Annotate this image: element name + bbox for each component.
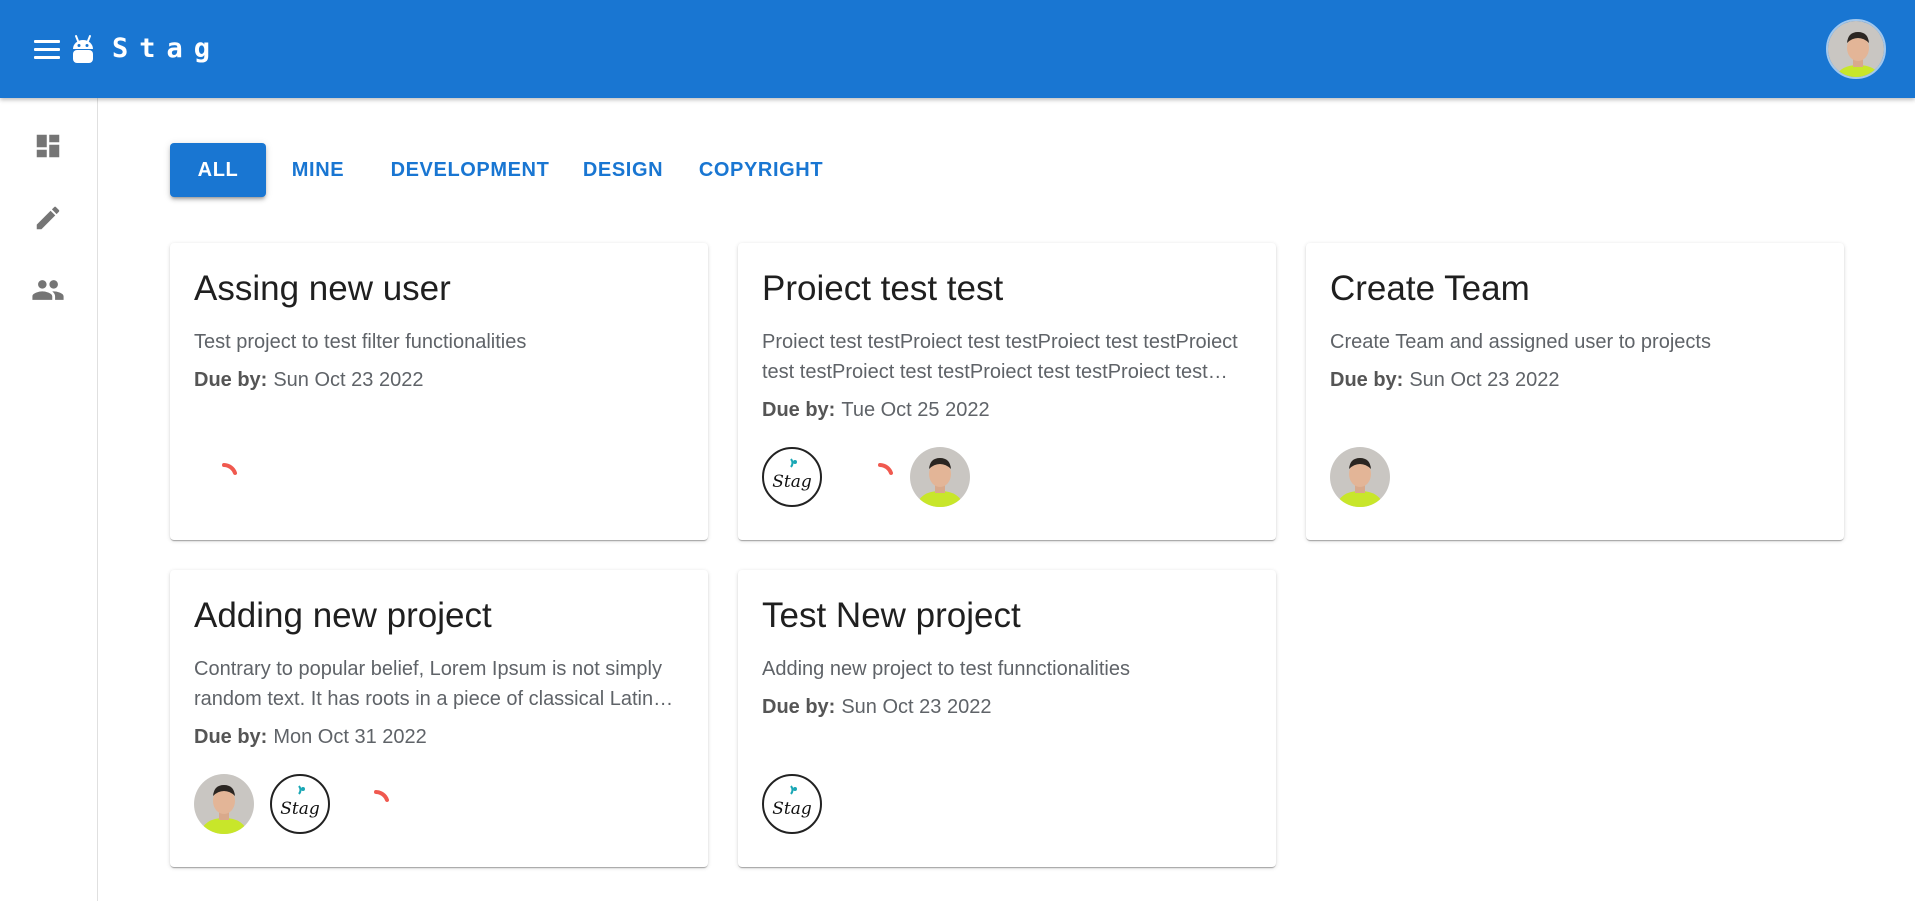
member-avatar[interactable] — [194, 774, 254, 834]
member-avatar-logo[interactable]: Stag — [270, 774, 330, 834]
due-label: Due by: — [194, 726, 268, 748]
stag-logo-text: Stag — [280, 799, 320, 819]
app-brand-name[interactable]: Stag — [112, 33, 221, 64]
project-description: Proiect test testProiect test testProiec… — [762, 331, 1238, 383]
due-value: Sun Oct 23 2022 — [841, 696, 992, 718]
tab-all[interactable]: ALL — [170, 143, 266, 197]
nav-people[interactable] — [26, 268, 70, 312]
tab-copyright[interactable]: COPYRIGHT — [696, 143, 826, 197]
app-bar: Stag — [0, 0, 1915, 98]
project-due-date: Due by: Sun Oct 23 2022 — [762, 696, 991, 719]
project-due-date: Due by: Sun Oct 23 2022 — [194, 369, 423, 392]
project-card[interactable]: Test New project Adding new project to te… — [738, 570, 1276, 867]
tab-mine[interactable]: MINE — [282, 143, 354, 197]
project-description: Adding new project to test funnctionalit… — [762, 658, 1130, 680]
android-icon — [73, 35, 93, 63]
project-due-date: Due by: Sun Oct 23 2022 — [1330, 369, 1559, 392]
project-title: Adding new project — [194, 596, 492, 635]
project-title: Create Team — [1330, 269, 1530, 308]
stag-logo-text: Stag — [772, 472, 812, 492]
people-icon — [32, 280, 64, 300]
nav-dashboard[interactable] — [26, 124, 70, 168]
member-avatar[interactable] — [910, 447, 970, 507]
project-card[interactable]: Proiect test test Proiect test testProiec… — [738, 243, 1276, 540]
tab-development[interactable]: DEVELOPMENT — [390, 143, 550, 197]
project-title: Proiect test test — [762, 269, 1004, 308]
project-due-date: Due by: Tue Oct 25 2022 — [762, 399, 990, 422]
member-avatar-logo[interactable]: Stag — [762, 447, 822, 507]
due-label: Due by: — [762, 696, 836, 718]
project-card[interactable]: Adding new project Contrary to popular be… — [170, 570, 708, 867]
stag-logo-text: Stag — [772, 799, 812, 819]
due-label: Due by: — [194, 369, 268, 391]
project-title: Test New project — [762, 596, 1021, 635]
project-due-date: Due by: Mon Oct 31 2022 — [194, 726, 427, 749]
due-label: Due by: — [762, 399, 836, 421]
nav-edit[interactable] — [26, 196, 70, 240]
dashboard-icon — [36, 134, 60, 158]
project-description: Contrary to popular belief, Lorem Ipsum … — [194, 658, 662, 710]
loading-spinner — [194, 447, 254, 507]
project-description: Test project to test filter functionalit… — [194, 331, 527, 353]
due-value: Mon Oct 31 2022 — [273, 726, 427, 748]
loading-spinner — [346, 774, 406, 834]
due-label: Due by: — [1330, 369, 1404, 391]
tab-design[interactable]: DESIGN — [580, 143, 666, 197]
side-navigation — [0, 98, 98, 901]
account-avatar[interactable] — [1826, 19, 1886, 79]
member-avatar-logo[interactable]: Stag — [762, 774, 822, 834]
due-value: Tue Oct 25 2022 — [841, 399, 990, 421]
pencil-icon — [36, 206, 60, 230]
project-card[interactable]: Assing new user Test project to test filt… — [170, 243, 708, 540]
project-description: Create Team and assigned user to project… — [1330, 331, 1711, 353]
menu-icon[interactable] — [32, 37, 62, 61]
due-value: Sun Oct 23 2022 — [1409, 369, 1560, 391]
due-value: Sun Oct 23 2022 — [273, 369, 424, 391]
project-title: Assing new user — [194, 269, 451, 308]
loading-spinner — [850, 447, 910, 507]
project-card[interactable]: Create Team Create Team and assigned user… — [1306, 243, 1844, 540]
member-avatar[interactable] — [1330, 447, 1390, 507]
